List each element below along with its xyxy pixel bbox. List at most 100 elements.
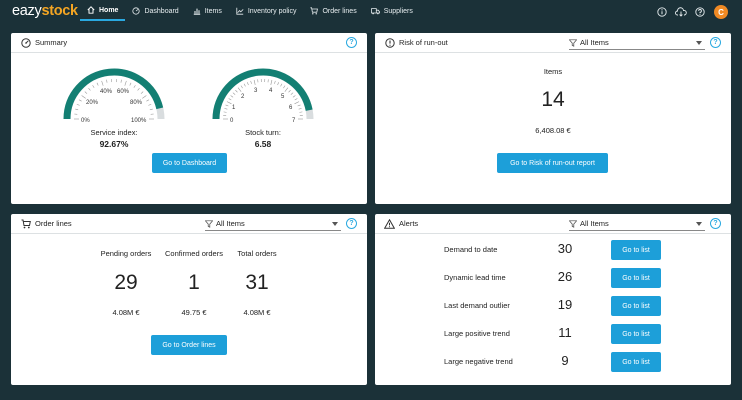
alert-count-dynamic-lead-time: 26 [557, 269, 573, 284]
risk-help-icon[interactable]: ? [710, 37, 721, 48]
gauge-tick-mark [253, 79, 256, 85]
user-avatar[interactable]: C [714, 5, 728, 19]
nav-order-lines[interactable]: Order lines [303, 1, 363, 21]
gauge-tick-mark [225, 104, 229, 107]
app-logo[interactable]: eazystock [12, 3, 78, 19]
gauge-tick-mark [280, 83, 283, 87]
gauge-tick-mark [232, 92, 236, 95]
alerts-card-header: Alerts All Items ? [375, 214, 731, 234]
summary-card-header: Summary ? [11, 33, 367, 53]
gauge-tick-mark [223, 111, 227, 113]
alert-label-large-negative-trend: Large negative trend [444, 357, 513, 366]
gauge-tick-mark [283, 85, 286, 89]
nav-inventory-policy[interactable]: Inventory policy [229, 1, 304, 21]
go-to-list-button-demand-to-date[interactable]: Go to list [611, 240, 661, 260]
nav-dashboard[interactable]: Dashboard [125, 1, 185, 21]
stock-turn-label: Stock turn: [245, 128, 281, 137]
top-navigation-bar: eazystock Home Dashboard Items Inventory… [0, 0, 742, 26]
gauge-tick-mark [292, 95, 296, 98]
gauge-tick-mark [237, 87, 242, 92]
nav-home[interactable]: Home [80, 1, 126, 21]
nav-suppliers[interactable]: Suppliers [364, 1, 420, 21]
cloud-download-icon[interactable] [675, 6, 687, 18]
risk-title: Risk of run-out [399, 38, 448, 47]
pending-orders-label: Pending orders [100, 249, 152, 258]
gauge-tick-mark [84, 91, 88, 94]
go-to-list-button-large-positive-trend[interactable]: Go to list [611, 324, 661, 344]
go-to-dashboard-button[interactable]: Go to Dashboard [152, 153, 227, 173]
pending-orders-count: 29 [114, 271, 138, 294]
gauge-tick-mark [148, 104, 152, 106]
risk-filter-select[interactable]: All Items [569, 36, 705, 50]
gauge-tick-mark [101, 80, 104, 86]
alerts-title: Alerts [399, 219, 419, 228]
gauge-tick-mark [240, 85, 243, 89]
gauge-tick-mark [235, 89, 238, 93]
filter-icon [569, 38, 577, 47]
alert-count-large-positive-trend: 11 [558, 325, 572, 340]
stock-tick-1: 1 [232, 105, 236, 111]
info-icon[interactable] [656, 6, 668, 18]
risk-card-header: Risk of run-out All Items ? [375, 33, 731, 53]
service-index-gauge [63, 68, 165, 120]
risk-of-run-out-card: Risk of run-out All Items ? Items 14 6,4… [375, 33, 731, 204]
gauge-tick-mark [75, 108, 79, 111]
gauge-tick-mark [247, 82, 249, 86]
go-to-list-button-last-demand-outlier[interactable]: Go to list [611, 296, 661, 316]
help-icon[interactable] [694, 6, 706, 18]
line-chart-icon [236, 7, 244, 15]
gauge-tick-mark [149, 108, 153, 111]
gauge-tick-mark [76, 104, 80, 106]
gauge-tick-mark [298, 108, 302, 110]
gauge-tick-mark [124, 80, 127, 86]
gauge-tick-mark [129, 82, 132, 86]
gauge-tick-mark [297, 104, 301, 107]
gauge-tick-mark [290, 92, 294, 95]
gauge-tick-mark [284, 87, 289, 92]
gauge-tick-mark [230, 95, 234, 98]
total-orders-count: 31 [245, 271, 269, 294]
summary-help-icon[interactable]: ? [346, 37, 357, 48]
nav-items[interactable]: Items [186, 1, 229, 21]
order-lines-help-icon[interactable]: ? [346, 218, 357, 229]
cart-icon [310, 7, 319, 15]
service-tick-3: 60% [117, 89, 130, 95]
service-tick-4: 80% [130, 100, 143, 106]
gauge-tick-mark [226, 101, 232, 105]
stock-turn-value: 6.58 [254, 139, 272, 149]
warning-triangle-icon [384, 218, 395, 229]
alert-count-demand-to-date: 30 [557, 241, 573, 256]
gauge-tick-mark [228, 98, 232, 101]
gauge-tick-mark [288, 89, 291, 93]
order-lines-card-header: Order lines All Items ? [11, 214, 367, 234]
go-to-list-button-dynamic-lead-time[interactable]: Go to list [611, 268, 661, 288]
order-lines-filter-select[interactable]: All Items [205, 217, 341, 231]
alert-label-last-demand-outlier: Last demand outlier [444, 301, 510, 310]
gauge-tick-mark [96, 82, 99, 86]
go-to-order-lines-button[interactable]: Go to Order lines [151, 335, 227, 355]
top-icons: C [649, 5, 728, 19]
gauge-tick-mark [92, 85, 95, 88]
stock-tick-6: 6 [289, 105, 293, 111]
gauge-tick-mark [294, 98, 298, 101]
total-orders-amount: 4.08M € [243, 308, 271, 317]
stock-tick-0: 0 [230, 118, 234, 124]
service-tick-0: 0% [81, 118, 90, 124]
pending-orders-amount: 4.08M € [112, 308, 140, 317]
alerts-card: Alerts All Items ? Demand to date 30 Go … [375, 214, 731, 385]
summary-card: Summary ? 0% 20% 40% 60% 80% 100% Servic… [11, 33, 367, 204]
alerts-help-icon[interactable]: ? [710, 218, 721, 229]
gauge-tick-mark [270, 79, 273, 85]
gauge-tick-mark [243, 83, 246, 87]
service-index-value: 92.67% [99, 139, 129, 149]
alert-label-large-positive-trend: Large positive trend [444, 329, 510, 338]
alerts-filter-select[interactable]: All Items [569, 217, 705, 231]
risk-amount: 6,408.08 € [535, 126, 571, 135]
main-nav: Home Dashboard Items Inventory policy Or… [80, 0, 420, 26]
order-lines-card: Order lines All Items ? Pending orders 2… [11, 214, 367, 385]
service-tick-5: 100% [131, 118, 147, 124]
gauge-tick-mark [81, 95, 86, 99]
go-to-list-button-large-negative-trend[interactable]: Go to list [611, 352, 661, 372]
go-to-risk-report-button[interactable]: Go to Risk of run-out report [497, 153, 608, 173]
alert-count-large-negative-trend: 9 [561, 353, 569, 368]
